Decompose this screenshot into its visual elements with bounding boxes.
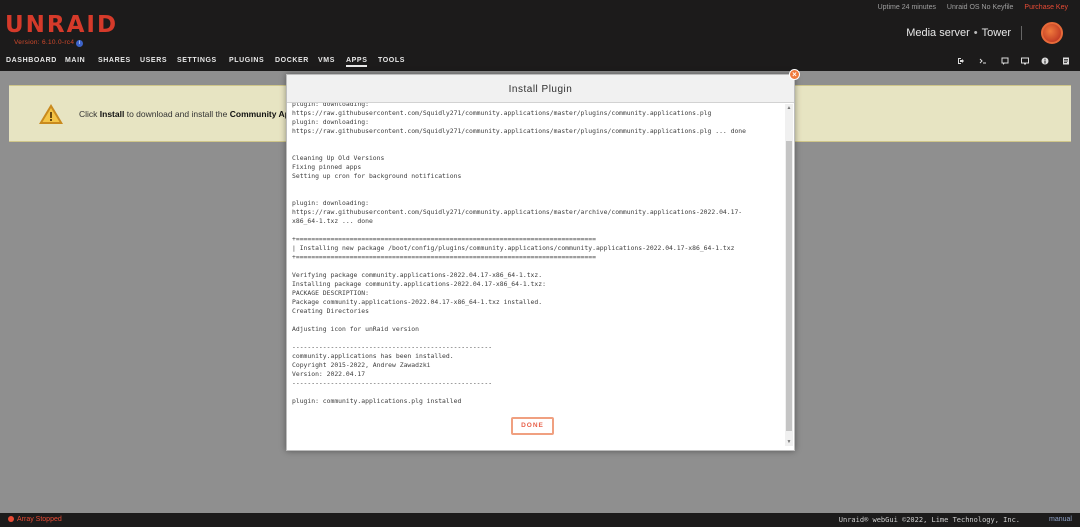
log-line: Adjusting icon for unRaid version <box>292 325 419 333</box>
nav-users[interactable]: USERS <box>140 57 167 64</box>
log-line: Setting up cron for background notificat… <box>292 172 462 180</box>
nav-tools[interactable]: TOOLS <box>378 57 405 64</box>
log-text: plugin: downloading: https://raw.githubus… <box>292 103 772 406</box>
log-line: Fixing pinned apps <box>292 163 362 171</box>
log-line: +=======================================… <box>292 253 596 261</box>
footer-bar: Array Stopped Unraid® webGui ©2022, Lime… <box>0 513 1080 527</box>
log-line: Version: 2022.04.17 <box>292 370 366 378</box>
keyfile-text[interactable]: Unraid OS No Keyfile <box>947 4 1014 11</box>
log-line: Cleaning Up Old Versions <box>292 154 385 162</box>
log-line: plugin: downloading: <box>292 199 369 207</box>
nav-shares[interactable]: SHARES <box>98 57 131 64</box>
server-info: Media server • Tower <box>906 26 1022 40</box>
separator-dot: • <box>973 26 978 39</box>
top-status: Uptime 24 minutes Unraid OS No Keyfile P… <box>869 4 1068 11</box>
server-description: Media server <box>906 26 970 39</box>
install-plugin-dialog: Install Plugin plugin: downloading: https… <box>286 74 795 451</box>
nav-vms[interactable]: VMS <box>318 57 335 64</box>
log-icon[interactable] <box>1062 57 1070 65</box>
log-line: https://raw.githubusercontent.com/Squidl… <box>292 109 712 117</box>
logout-icon[interactable] <box>957 57 965 65</box>
scroll-thumb[interactable] <box>786 141 792 431</box>
unraid-logo[interactable]: UNRAID <box>5 12 118 38</box>
server-name: Tower <box>981 26 1011 39</box>
version-label: Version: 6.10.0-rc4 i <box>14 39 84 47</box>
log-line: plugin: downloading: <box>292 118 369 126</box>
monitor-icon[interactable] <box>1021 57 1029 65</box>
manual-link[interactable]: manual <box>1049 516 1072 523</box>
log-scrollbar[interactable]: ▲ ▼ <box>785 104 793 446</box>
user-avatar[interactable] <box>1041 22 1063 44</box>
install-link[interactable]: Install <box>100 109 125 119</box>
version-text: Version: 6.10.0-rc4 <box>14 39 75 46</box>
dialog-title: Install Plugin <box>508 84 573 95</box>
divider <box>1021 26 1022 40</box>
log-line: +=======================================… <box>292 235 596 243</box>
copyright-text: Unraid® webGui ©2022, Lime Technology, I… <box>838 516 1020 524</box>
uptime-text: Uptime 24 minutes <box>877 4 936 11</box>
close-icon[interactable]: × <box>789 69 800 80</box>
log-line: community.applications has been installe… <box>292 352 454 360</box>
log-line: plugin: community.applications.plg insta… <box>292 397 462 405</box>
main-nav: DASHBOARD MAIN SHARES USERS SETTINGS PLU… <box>0 54 1080 71</box>
purchase-key-link[interactable]: Purchase Key <box>1024 4 1068 11</box>
log-line: Installing package community.application… <box>292 280 546 288</box>
nav-apps[interactable]: APPS <box>346 57 368 67</box>
scroll-down-arrow-icon[interactable]: ▼ <box>785 438 793 446</box>
log-line: Copyright 2015-2022, Andrew Zawadzki <box>292 361 431 369</box>
done-button[interactable]: DONE <box>511 417 554 435</box>
nav-settings[interactable]: SETTINGS <box>177 57 217 64</box>
scroll-up-arrow-icon[interactable]: ▲ <box>785 104 793 112</box>
header-bar: UNRAID Version: 6.10.0-rc4 i Uptime 24 mi… <box>0 0 1080 54</box>
banner-text-before: Click <box>79 109 100 119</box>
log-line: Package community.applications-2022.04.1… <box>292 298 543 306</box>
banner-text-middle: to download and install the <box>124 109 230 119</box>
warning-icon <box>38 103 64 125</box>
nav-dashboard[interactable]: DASHBOARD <box>6 57 57 64</box>
log-line: ----------------------------------------… <box>292 343 493 351</box>
feedback-icon[interactable] <box>1001 57 1009 65</box>
nav-docker[interactable]: DOCKER <box>275 57 309 64</box>
terminal-icon[interactable] <box>979 57 987 65</box>
log-line: ----------------------------------------… <box>292 379 493 387</box>
nav-main[interactable]: MAIN <box>65 57 85 64</box>
log-line: PACKAGE DESCRIPTION: <box>292 289 369 297</box>
log-line: x86_64-1.txz ... done <box>292 217 373 225</box>
info-icon[interactable]: i <box>76 40 84 47</box>
log-line: | Installing new package /boot/config/pl… <box>292 244 735 252</box>
nav-plugins[interactable]: PLUGINS <box>229 57 264 64</box>
array-status: Array Stopped <box>8 516 62 523</box>
banner-text: Click Install to download and install th… <box>79 109 305 119</box>
log-line: https://raw.githubusercontent.com/Squidl… <box>292 208 743 216</box>
log-line: https://raw.githubusercontent.com/Squidl… <box>292 127 747 135</box>
info-circle-icon[interactable] <box>1041 57 1049 65</box>
log-line: Creating Directories <box>292 307 369 315</box>
install-log[interactable]: plugin: downloading: https://raw.githubus… <box>292 103 785 449</box>
log-line: Verifying package community.applications… <box>292 271 543 279</box>
dialog-title-bar: Install Plugin <box>287 75 794 103</box>
